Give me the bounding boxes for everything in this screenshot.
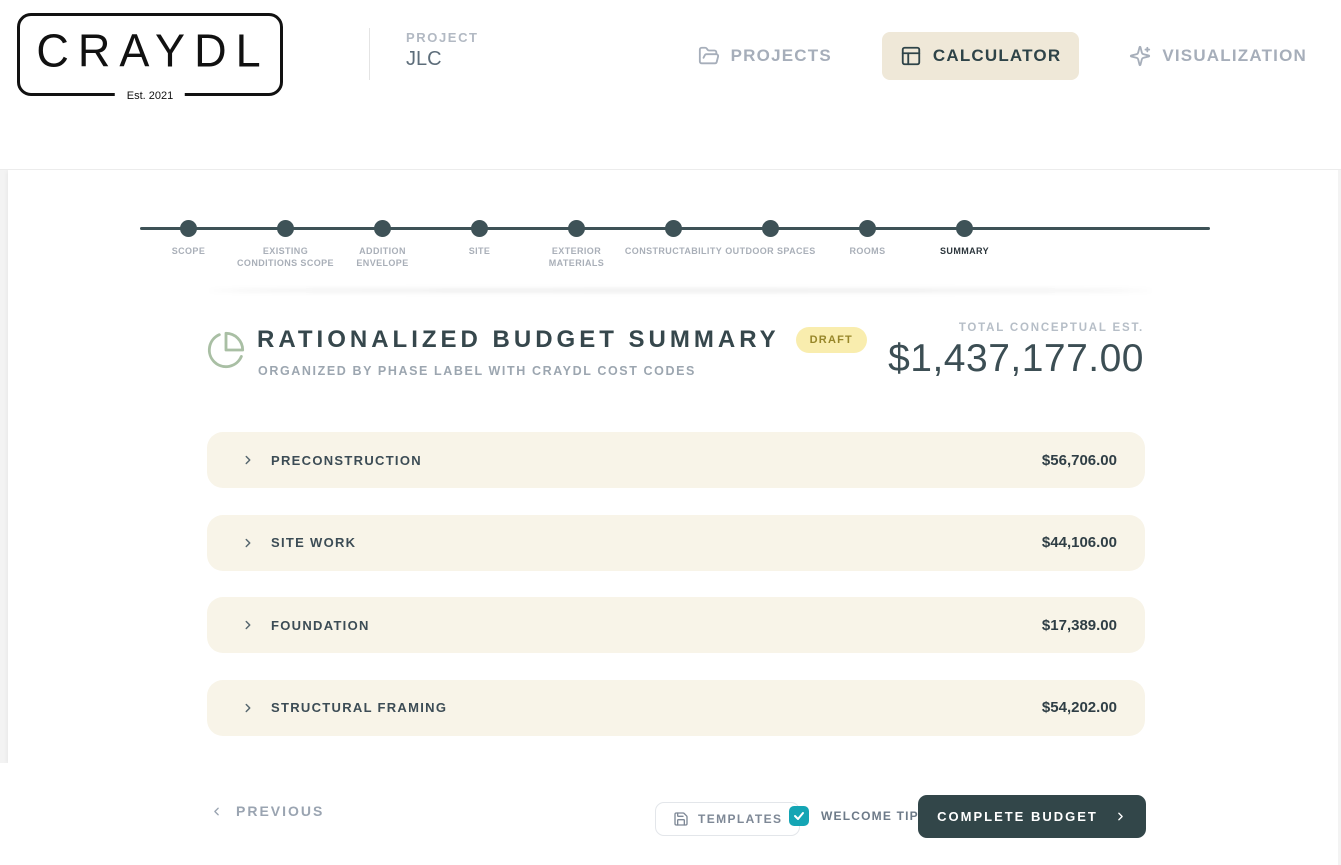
nav-item-visualization[interactable]: VISUALIZATION (1111, 32, 1325, 80)
progress-stepper: SCOPE EXISTING CONDITIONS SCOPE ADDITION… (8, 170, 1341, 280)
step-dot (665, 220, 682, 237)
nav-item-calculator[interactable]: CALCULATOR (881, 32, 1080, 80)
total-label: TOTAL CONCEPTUAL EST. (958, 322, 1144, 334)
welcome-tips-label: WELCOME TIPS (821, 809, 929, 823)
complete-budget-button[interactable]: COMPLETE BUDGET (918, 795, 1146, 838)
phase-list: PRECONSTRUCTION $56,706.00 SITE WORK $44… (207, 432, 1145, 736)
app-header: CRAYDL Est. 2021 PROJECT JLC PROJECTS CA… (0, 0, 1341, 170)
phase-row-preconstruction[interactable]: PRECONSTRUCTION $56,706.00 (207, 432, 1145, 488)
pie-chart-icon (207, 331, 245, 369)
logo-wordmark: CRAYDL (36, 23, 270, 76)
previous-button[interactable]: PREVIOUS (210, 803, 324, 819)
folder-open-icon (698, 46, 719, 65)
main-nav: PROJECTS CALCULATOR VISUALIZATION (680, 24, 1325, 88)
stepper-step-rooms[interactable]: ROOMS (819, 170, 916, 269)
welcome-tips-toggle[interactable]: WELCOME TIPS (789, 806, 928, 826)
step-dot (180, 220, 197, 237)
draft-status-badge: DRAFT (795, 327, 867, 353)
logo-tagline: Est. 2021 (114, 90, 186, 102)
total-value: $1,437,177.00 (888, 337, 1144, 380)
step-dot (277, 220, 294, 237)
phase-row-foundation[interactable]: FOUNDATION $17,389.00 (207, 597, 1145, 653)
stepper-step-exterior-materials[interactable]: EXTERIOR MATERIALS (528, 170, 625, 269)
templates-button[interactable]: TEMPLATES (655, 802, 801, 836)
project-name: JLC (406, 48, 442, 70)
project-block: PROJECT JLC (406, 30, 479, 71)
nav-label: PROJECTS (730, 46, 832, 65)
chevron-right-icon (245, 455, 251, 465)
welcome-tips-checkbox[interactable] (789, 806, 809, 826)
section-divider (208, 289, 1153, 292)
phase-row-structural-framing[interactable]: STRUCTURAL FRAMING $54,202.00 (207, 679, 1145, 736)
craydl-logo[interactable]: CRAYDL Est. 2021 (17, 13, 283, 102)
step-dot (471, 220, 488, 237)
stepper-step-site[interactable]: SITE (431, 170, 528, 269)
step-dot (568, 220, 585, 237)
wizard-footer: PREVIOUS TEMPLATES WELCOME TIPS COMPLETE… (0, 763, 1341, 865)
chevron-right-icon (245, 538, 251, 547)
stepper-step-summary[interactable]: SUMMARY (916, 170, 1013, 269)
stepper-step-scope[interactable]: SCOPE (140, 170, 237, 269)
header-divider (369, 28, 370, 80)
main-background: SCOPE EXISTING CONDITIONS SCOPE ADDITION… (0, 170, 1341, 763)
page-title: RATIONALIZED BUDGET SUMMARY (257, 326, 780, 353)
step-dot (762, 220, 779, 237)
project-label: PROJECT (406, 30, 479, 45)
sparkles-icon (1130, 45, 1151, 67)
stepper-step-outdoor-spaces[interactable]: OUTDOOR SPACES (722, 170, 819, 269)
step-dot (859, 220, 876, 237)
calculator-card: SCOPE EXISTING CONDITIONS SCOPE ADDITION… (8, 170, 1341, 763)
chevron-right-icon (1118, 812, 1123, 821)
step-dot (374, 220, 391, 237)
save-icon (674, 812, 688, 826)
stepper-step-constructability[interactable]: CONSTRUCTABILITY (625, 170, 722, 269)
stepper-step-existing-conditions-scope[interactable]: EXISTING CONDITIONS SCOPE (237, 170, 334, 269)
step-dot (956, 220, 973, 237)
chevron-left-icon (214, 807, 219, 815)
nav-label: CALCULATOR (932, 46, 1062, 65)
stepper-step-addition-envelope[interactable]: ADDITION ENVELOPE (334, 170, 431, 269)
stepper-steps: SCOPE EXISTING CONDITIONS SCOPE ADDITION… (140, 170, 1013, 269)
nav-label: VISUALIZATION (1162, 46, 1307, 65)
page-subtitle: ORGANIZED BY PHASE LABEL WITH CRAYDL COS… (258, 364, 696, 378)
panel-grid-icon (901, 46, 921, 66)
chevron-right-icon (245, 620, 251, 630)
chevron-right-icon (245, 703, 251, 712)
nav-item-projects[interactable]: PROJECTS (680, 32, 850, 80)
summary-title-row: RATIONALIZED BUDGET SUMMARY DRAFT (257, 326, 867, 354)
check-icon (794, 812, 804, 820)
phase-row-site-work[interactable]: SITE WORK $44,106.00 (207, 514, 1145, 571)
total-block: TOTAL CONCEPTUAL EST. $1,437,177.00 (888, 322, 1144, 381)
